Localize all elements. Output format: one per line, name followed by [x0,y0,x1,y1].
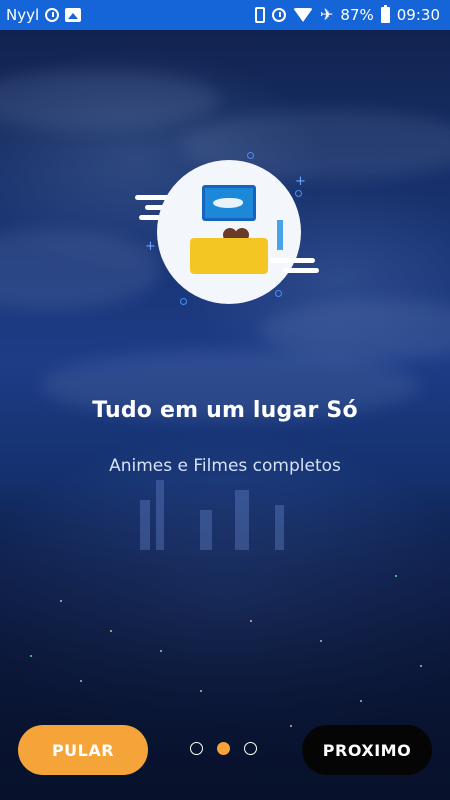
alarm-icon [272,8,287,22]
skip-button[interactable]: PULAR [18,725,148,775]
status-bar: Nyyl ✈ 87% 09:30 [0,0,450,30]
image-icon [65,8,82,22]
onboarding-title: Tudo em um lugar Só [92,398,358,423]
onboarding-illustration: + + [135,150,320,310]
lamp-icon [277,220,283,250]
page-dot-active[interactable] [217,742,230,755]
sofa-icon [190,238,268,274]
battery-percent: 87% [340,6,374,24]
airplane-icon: ✈ [320,5,334,24]
carrier-label: Nyyl [6,6,40,24]
page-dot[interactable] [190,742,203,755]
wifi-icon [293,8,314,22]
vibrate-icon [255,7,266,23]
page-dot[interactable] [244,742,257,755]
clock: 09:30 [396,6,440,24]
alarm-icon [45,8,60,22]
next-button[interactable]: PROXIMO [302,725,432,775]
page-indicator [190,742,257,755]
tv-icon [202,185,256,221]
onboarding-subtitle: Animes e Filmes completos [109,456,341,476]
battery-icon [380,5,390,23]
